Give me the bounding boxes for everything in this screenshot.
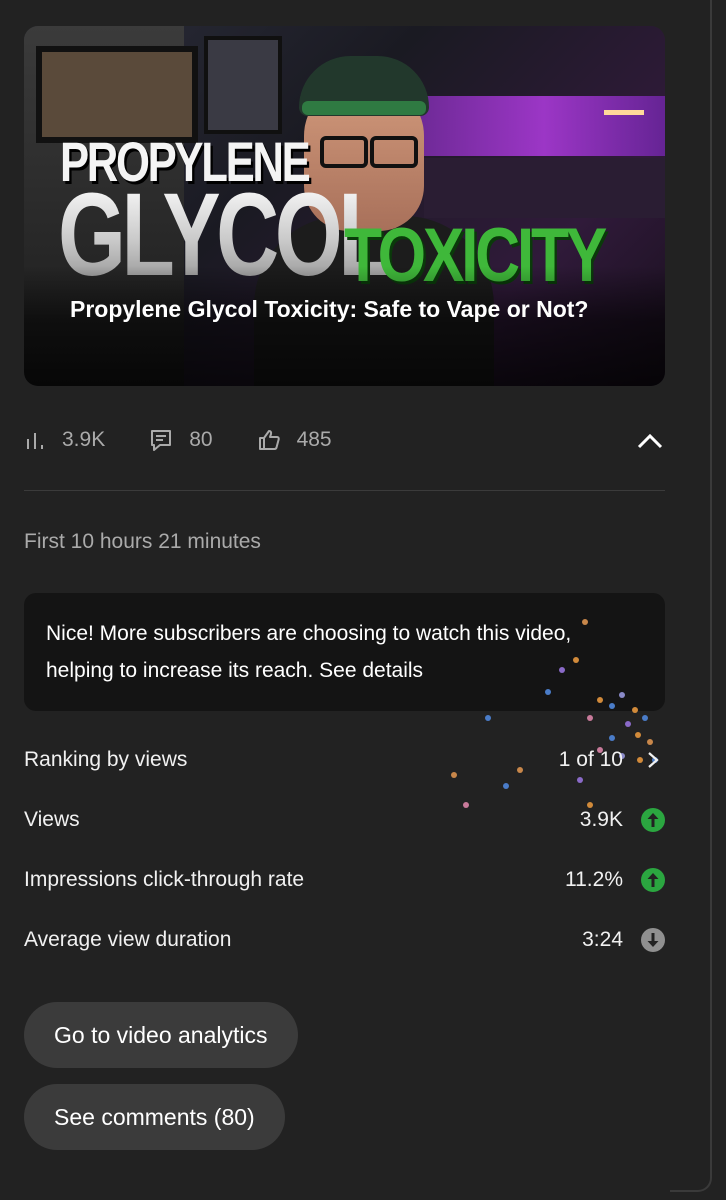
metric-label: Average view duration [24, 928, 232, 951]
thumbnail-light [604, 110, 644, 115]
bar-chart-icon [27, 433, 43, 449]
comments-count: 80 [189, 428, 213, 451]
card-border [670, 0, 712, 1192]
time-period-label: First 10 hours 21 minutes [24, 530, 261, 553]
views-stat: 3.9K [24, 428, 105, 452]
video-stats-row: 3.9K 80 485 [24, 420, 665, 460]
comment-icon [151, 430, 172, 451]
metric-label: Ranking by views [24, 748, 188, 771]
see-comments-button[interactable]: See comments (80) [24, 1084, 285, 1150]
video-title[interactable]: Propylene Glycol Toxicity: Safe to Vape … [70, 288, 630, 331]
metric-label: Views [24, 808, 80, 831]
go-to-video-analytics-button[interactable]: Go to video analytics [24, 1002, 298, 1068]
divider [24, 490, 665, 491]
button-label: Go to video analytics [54, 1021, 268, 1048]
metric-value: 3:24 [582, 928, 623, 951]
metric-views: Views 3.9K [24, 790, 665, 850]
thumbnail-cap-brim [302, 101, 426, 115]
views-count: 3.9K [62, 428, 106, 451]
thumbnail-glasses [316, 136, 418, 168]
button-label: See comments (80) [54, 1103, 255, 1130]
insight-card[interactable]: Nice! More subscribers are choosing to w… [24, 593, 665, 711]
metrics-list: Ranking by views 1 of 10 Views 3.9K Impr… [24, 730, 665, 970]
metric-value: 11.2% [565, 868, 623, 891]
metric-average-view-duration: Average view duration 3:24 [24, 910, 665, 970]
thumbnail-wall-frame [204, 36, 282, 134]
metric-value: 1 of 10 [558, 748, 623, 771]
chevron-up-icon [637, 433, 663, 449]
insight-text: Nice! More subscribers are choosing to w… [46, 622, 572, 682]
metric-ranking-by-views[interactable]: Ranking by views 1 of 10 [24, 730, 665, 790]
arrow-up-icon [641, 808, 665, 832]
likes-count: 485 [296, 428, 332, 451]
metric-impressions-ctr: Impressions click-through rate 11.2% [24, 850, 665, 910]
metric-label: Impressions click-through rate [24, 868, 305, 891]
comments-stat: 80 [149, 428, 213, 452]
likes-stat: 485 [257, 428, 332, 452]
arrow-up-icon [641, 868, 665, 892]
arrow-down-icon [641, 928, 665, 952]
chevron-right-icon [641, 748, 665, 772]
metric-value: 3.9K [579, 808, 623, 831]
collapse-button[interactable] [635, 426, 665, 456]
thumbnail-shelf [414, 96, 665, 156]
video-thumbnail[interactable]: PROPYLENE GLYCOL TOXICITY Propylene Glyc… [24, 26, 665, 386]
thumbs-up-icon [258, 430, 280, 450]
thumbnail-shelf [424, 158, 665, 218]
